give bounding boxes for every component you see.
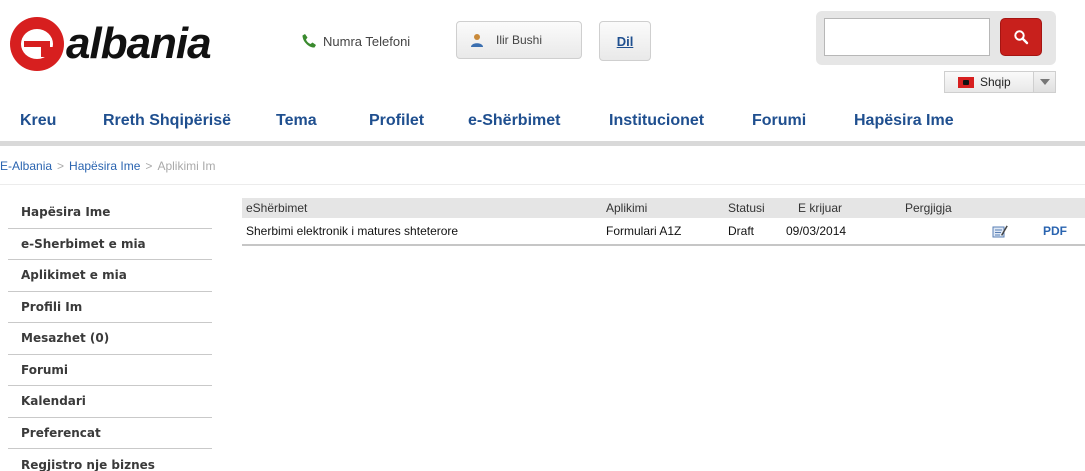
- nav-item-profilet[interactable]: Profilet: [369, 112, 424, 130]
- column-header-created: E krijuar: [798, 201, 843, 215]
- cell-created: 09/03/2014: [786, 224, 847, 238]
- column-header-response: Pergjigja: [905, 201, 952, 215]
- cell-status: Draft: [728, 224, 755, 238]
- search-icon: [1014, 30, 1029, 45]
- nav-item-rreth-shqiperise[interactable]: Rreth Shqipërisë: [103, 112, 231, 130]
- chevron-down-icon: [1039, 79, 1050, 85]
- nav-item-kreu[interactable]: Kreu: [20, 112, 56, 130]
- nav-item-forumi[interactable]: Forumi: [752, 112, 806, 130]
- table-row: Sherbimi elektronik i matures shteterore…: [242, 218, 1085, 246]
- sidebar-item-hapesira-ime[interactable]: Hapësira Ime: [8, 197, 212, 229]
- breadcrumb-home[interactable]: E-Albania: [0, 159, 52, 173]
- column-header-status: Statusi: [728, 201, 765, 215]
- logo-text: albania: [66, 19, 212, 68]
- column-header-service: eShërbimet: [246, 201, 308, 215]
- user-name: Ilir Bushi: [496, 33, 543, 47]
- nav-underline: [0, 141, 1085, 146]
- breadcrumb-separator: >: [145, 159, 153, 173]
- language-select[interactable]: Shqip: [944, 71, 1034, 93]
- phone-label: Numra Telefoni: [323, 33, 411, 49]
- sidebar-item-mesazhet[interactable]: Mesazhet (0): [8, 323, 212, 355]
- sidebar-item-profili-im[interactable]: Profili Im: [8, 292, 212, 323]
- sidebar-item-preferencat[interactable]: Preferencat: [8, 418, 212, 449]
- sidebar-item-e-sherbimet-e-mia[interactable]: e-Sherbimet e mia: [8, 229, 212, 260]
- edit-icon: [992, 225, 1008, 238]
- breadcrumb: E-Albania > Hapësira Ime > Aplikimi Im: [0, 159, 215, 173]
- logo-e-mark: [10, 17, 64, 71]
- applications-table: eShërbimet Aplikimi Statusi E krijuar Pe…: [242, 198, 1085, 246]
- albania-flag-icon: [958, 76, 974, 88]
- main-nav: Kreu Rreth Shqipërisë Tema Profilet e-Sh…: [0, 104, 1085, 142]
- sidebar-item-forumi[interactable]: Forumi: [8, 355, 212, 386]
- phone-icon: [302, 34, 316, 48]
- search-button[interactable]: [1000, 18, 1042, 56]
- sidebar: Hapësira Ime e-Sherbimet e mia Aplikimet…: [8, 197, 212, 471]
- breadcrumb-separator: >: [57, 159, 65, 173]
- language-selected: Shqip: [980, 75, 1011, 89]
- language-dropdown-toggle[interactable]: [1034, 71, 1056, 93]
- breadcrumb-divider: [0, 184, 1085, 185]
- edit-button[interactable]: [992, 218, 1008, 244]
- pdf-download-link[interactable]: PDF: [1043, 218, 1067, 244]
- nav-item-hapesira-ime[interactable]: Hapësira Ime: [854, 112, 954, 130]
- phone-link[interactable]: Numra Telefoni: [301, 33, 410, 49]
- search-input[interactable]: [824, 18, 990, 56]
- sidebar-item-aplikimet-e-mia[interactable]: Aplikimet e mia: [8, 260, 212, 292]
- nav-item-institucionet[interactable]: Institucionet: [609, 112, 704, 130]
- user-icon: [471, 34, 483, 47]
- search-box: [816, 11, 1056, 65]
- nav-item-tema[interactable]: Tema: [276, 112, 317, 130]
- sidebar-item-kalendari[interactable]: Kalendari: [8, 386, 212, 418]
- user-account-button[interactable]: Ilir Bushi: [456, 21, 582, 59]
- cell-application: Formulari A1Z: [606, 224, 682, 238]
- breadcrumb-hapesira-ime[interactable]: Hapësira Ime: [69, 159, 140, 173]
- table-header: eShërbimet Aplikimi Statusi E krijuar Pe…: [242, 198, 1085, 218]
- column-header-application: Aplikimi: [606, 201, 648, 215]
- nav-item-e-sherbimet[interactable]: e-Shërbimet: [468, 112, 560, 130]
- breadcrumb-current: Aplikimi Im: [157, 159, 216, 173]
- site-logo[interactable]: albania: [10, 16, 212, 72]
- sidebar-item-regjistro-biznes[interactable]: Regjistro nje biznes: [8, 449, 212, 471]
- cell-service: Sherbimi elektronik i matures shteterore: [246, 224, 459, 238]
- logout-button[interactable]: Dil: [599, 21, 651, 61]
